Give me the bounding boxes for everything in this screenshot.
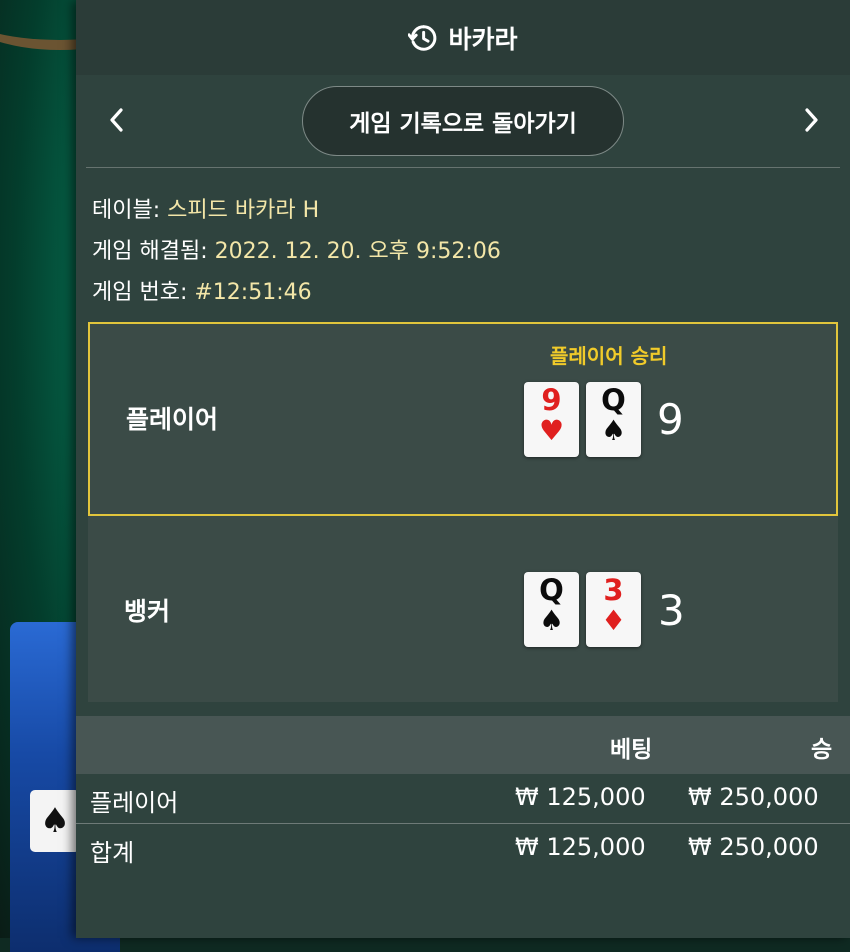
spade-card-icon: ♠ [30, 790, 80, 852]
game-info: 테이블: 스피드 바카라 H 게임 해결됨: 2022. 12. 20. 오후 … [76, 168, 850, 313]
history-panel: 바카라 게임 기록으로 돌아가기 테이블: 스피드 바카라 H 게임 해결됨: … [76, 0, 850, 938]
playing-card: 3 ♦ [586, 572, 641, 647]
spade-suit-icon: ♠ [600, 414, 627, 447]
panel-title: 바카라 [448, 24, 518, 54]
table-value: 스피드 바카라 H [167, 198, 320, 223]
banker-hand-label: 뱅커 [124, 597, 171, 626]
chevron-left-icon [110, 108, 123, 132]
player-score: 9 [657, 395, 684, 444]
history-icon [408, 24, 437, 51]
heart-suit-icon: ♥ [538, 414, 565, 447]
total-label: 합계 [90, 839, 135, 867]
row-bet-amount: ₩ 125,000 [515, 783, 646, 811]
card-rank: 9 [541, 383, 562, 417]
chevron-right-icon [805, 108, 818, 132]
card-rank: Q [539, 573, 564, 607]
player-result-box: 플레이어 승리 플레이어 9 ♥ Q ♠ 9 [88, 322, 838, 516]
resolved-info: 게임 해결됨: 2022. 12. 20. 오후 9:52:06 [92, 231, 850, 272]
bet-column-header: 베팅 [610, 737, 653, 763]
spade-suit-icon: ♠ [538, 604, 565, 637]
win-column-header: 승 [811, 737, 833, 763]
next-game-button[interactable] [796, 105, 826, 135]
history-nav: 게임 기록으로 돌아가기 [76, 75, 850, 167]
player-hand-label: 플레이어 [126, 405, 219, 434]
banker-cards: Q ♠ 3 ♦ [524, 572, 641, 647]
prev-game-button[interactable] [102, 105, 132, 135]
row-win-amount: ₩ 250,000 [688, 783, 819, 811]
banker-score: 3 [658, 586, 685, 635]
total-win-amount: ₩ 250,000 [688, 833, 819, 861]
bets-table-header: 베팅 승 [76, 716, 850, 774]
winner-label: 플레이어 승리 [550, 344, 668, 368]
playing-card: Q ♠ [524, 572, 579, 647]
diamond-suit-icon: ♦ [600, 604, 627, 637]
table-info: 테이블: 스피드 바카라 H [92, 190, 850, 231]
game-number-value: #12:51:46 [194, 280, 312, 305]
header-title-group: 바카라 [408, 20, 518, 56]
banker-result-box: 뱅커 Q ♠ 3 ♦ 3 [88, 516, 838, 702]
playing-card: Q ♠ [586, 382, 641, 457]
table-label: 테이블: [92, 198, 161, 223]
card-rank: 3 [603, 573, 624, 607]
total-bet-amount: ₩ 125,000 [515, 833, 646, 861]
table-row: 플레이어 ₩ 125,000 ₩ 250,000 [76, 774, 850, 824]
panel-header: 바카라 [76, 0, 850, 75]
game-number-info: 게임 번호: #12:51:46 [92, 272, 850, 313]
card-rank: Q [601, 383, 626, 417]
playing-card: 9 ♥ [524, 382, 579, 457]
resolved-value: 2022. 12. 20. 오후 9:52:06 [214, 239, 501, 264]
game-number-label: 게임 번호: [92, 280, 188, 305]
table-row: 합계 ₩ 125,000 ₩ 250,000 [76, 824, 850, 874]
row-label: 플레이어 [90, 789, 179, 817]
back-to-history-button[interactable]: 게임 기록으로 돌아가기 [302, 86, 624, 156]
player-cards: 9 ♥ Q ♠ [524, 382, 641, 457]
resolved-label: 게임 해결됨: [92, 239, 208, 264]
